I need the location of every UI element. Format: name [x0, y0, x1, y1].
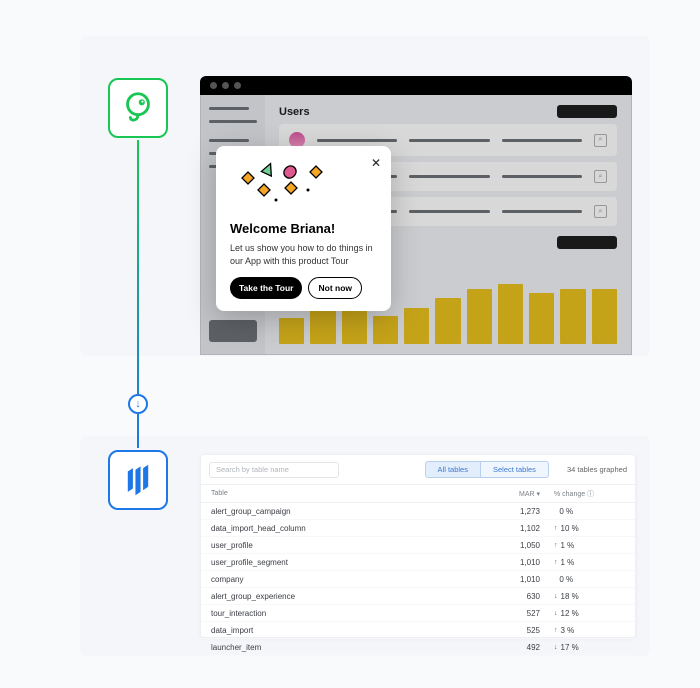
arrow-down-icon: ↓	[128, 394, 148, 414]
col-table: Table	[211, 490, 480, 497]
modal-title: Welcome Briana!	[230, 221, 377, 236]
row-mar: 1,273	[480, 507, 540, 516]
take-tour-button[interactable]: Take the Tour	[230, 277, 302, 299]
row-mar: 1,010	[480, 558, 540, 567]
row-mar: 492	[480, 643, 540, 652]
row-change: ↑10 %	[540, 524, 625, 533]
row-change: ↓18 %	[540, 592, 625, 601]
row-name: data_import	[211, 626, 480, 635]
row-change: ↓12 %	[540, 609, 625, 618]
window-dot	[222, 82, 229, 89]
modal-body: Let us show you how to do things in our …	[230, 242, 377, 267]
table-row[interactable]: company1,010·0 %	[201, 571, 635, 588]
table-row[interactable]: alert_group_experience630↓18 %	[201, 588, 635, 605]
search-input[interactable]: Search by table name	[209, 462, 339, 478]
table-row[interactable]: launcher_item492↓17 %	[201, 639, 635, 656]
table-row[interactable]: data_import_head_column1,102↑10 %	[201, 520, 635, 537]
june-logo	[108, 450, 168, 510]
sparkles-illustration	[230, 160, 377, 211]
table-row[interactable]: tour_interaction527↓12 %	[201, 605, 635, 622]
row-change: ↑1 %	[540, 541, 625, 550]
table-row[interactable]: data_import525↑3 %	[201, 622, 635, 639]
chameleon-logo	[108, 78, 168, 138]
close-icon[interactable]: ✕	[371, 156, 381, 170]
table-header: Table MAR ▾ % change ⓘ	[201, 485, 635, 503]
table-row[interactable]: user_profile_segment1,010↑1 %	[201, 554, 635, 571]
row-mar: 1,102	[480, 524, 540, 533]
welcome-modal: ✕ Welcome Briana! Let us show you how to…	[216, 146, 391, 311]
row-mar: 1,050	[480, 541, 540, 550]
graphed-count: 34 tables graphed	[557, 465, 627, 474]
row-name: alert_group_campaign	[211, 507, 480, 516]
window-dot	[234, 82, 241, 89]
row-name: user_profile_segment	[211, 558, 480, 567]
row-name: launcher_item	[211, 643, 480, 652]
row-change: ↑1 %	[540, 558, 625, 567]
row-change: ·0 %	[540, 507, 625, 516]
row-name: data_import_head_column	[211, 524, 480, 533]
row-change: ↓17 %	[540, 643, 625, 652]
table-filter-tabs: All tables Select tables	[425, 461, 549, 478]
row-mar: 525	[480, 626, 540, 635]
row-name: company	[211, 575, 480, 584]
row-change: ·0 %	[540, 575, 625, 584]
row-mar: 1,010	[480, 575, 540, 584]
row-name: alert_group_experience	[211, 592, 480, 601]
row-name: tour_interaction	[211, 609, 480, 618]
tab-all-tables[interactable]: All tables	[425, 461, 481, 478]
tab-select-tables[interactable]: Select tables	[481, 461, 549, 478]
not-now-button[interactable]: Not now	[308, 277, 362, 299]
tables-card: Search by table name All tables Select t…	[200, 454, 636, 638]
col-change: % change ⓘ	[540, 489, 625, 499]
row-name: user_profile	[211, 541, 480, 550]
browser-chrome	[200, 76, 632, 95]
row-mar: 527	[480, 609, 540, 618]
table-row[interactable]: user_profile1,050↑1 %	[201, 537, 635, 554]
row-mar: 630	[480, 592, 540, 601]
row-change: ↑3 %	[540, 626, 625, 635]
col-mar[interactable]: MAR ▾	[480, 490, 540, 498]
window-dot	[210, 82, 217, 89]
table-row[interactable]: alert_group_campaign1,273·0 %	[201, 503, 635, 520]
